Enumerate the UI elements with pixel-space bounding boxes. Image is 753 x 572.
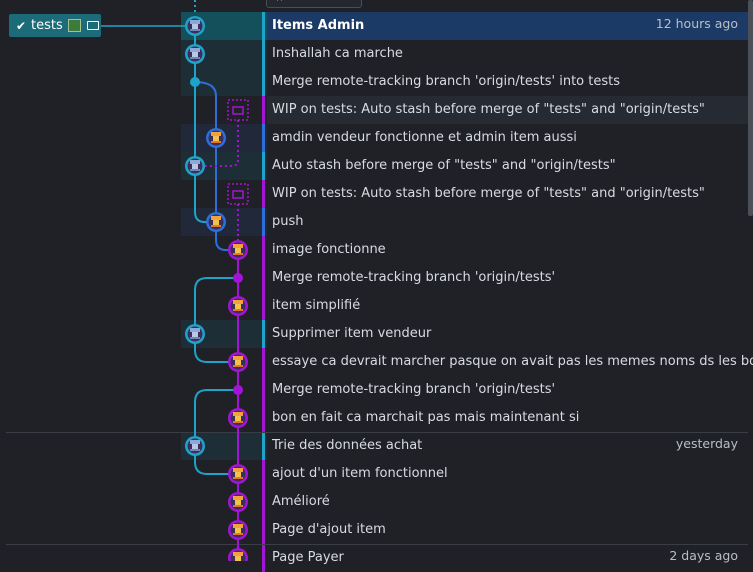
avatar-icon-head bbox=[233, 468, 243, 472]
avatar-icon-head bbox=[190, 440, 200, 444]
laptop-icon bbox=[86, 21, 99, 30]
avatar-icon-base bbox=[233, 253, 243, 255]
avatar-icon-head bbox=[233, 356, 243, 360]
avatar-icon-base bbox=[190, 337, 200, 339]
avatar-icon-base bbox=[233, 477, 243, 479]
github-avatar-icon bbox=[67, 19, 81, 32]
avatar-icon-base bbox=[233, 505, 243, 507]
avatar-icon-head bbox=[211, 132, 221, 136]
stash-node-icon bbox=[227, 99, 249, 121]
avatar-icon-base bbox=[233, 309, 243, 311]
merge-node bbox=[233, 273, 243, 283]
scrollbar[interactable] bbox=[748, 0, 753, 216]
branch-label-tests[interactable]: ✔ tests bbox=[9, 14, 101, 37]
avatar-icon-head bbox=[190, 48, 200, 52]
check-icon: ✔ bbox=[15, 18, 27, 33]
avatar-icon-base bbox=[211, 225, 221, 227]
avatar-icon-face bbox=[235, 556, 241, 561]
avatar-icon-head bbox=[190, 328, 200, 332]
commit-graph bbox=[101, 0, 249, 561]
stash-node-icon bbox=[227, 183, 249, 205]
avatar-icon-base bbox=[211, 141, 221, 143]
avatar-icon-head bbox=[190, 20, 200, 24]
merge-node bbox=[190, 77, 200, 87]
avatar-icon-base bbox=[190, 57, 200, 59]
avatar-icon-base bbox=[190, 29, 200, 31]
avatar-icon-head bbox=[233, 412, 243, 416]
avatar-icon-head bbox=[233, 300, 243, 304]
avatar-icon-base bbox=[190, 449, 200, 451]
avatar-icon-head bbox=[190, 160, 200, 164]
branch-label-text: tests bbox=[31, 18, 63, 33]
avatar-icon-head bbox=[211, 216, 221, 220]
avatar-icon-head bbox=[233, 524, 243, 528]
avatar-icon-base bbox=[233, 365, 243, 367]
avatar-icon-head bbox=[233, 244, 243, 248]
merge-node bbox=[233, 385, 243, 395]
avatar-icon-head bbox=[233, 552, 243, 556]
merge-loop-b bbox=[194, 389, 238, 475]
avatar-icon-base bbox=[233, 421, 243, 423]
avatar-icon-head bbox=[233, 496, 243, 500]
avatar-icon-base bbox=[190, 169, 200, 171]
avatar-icon-base bbox=[233, 533, 243, 535]
merge-loop-a bbox=[194, 277, 238, 363]
